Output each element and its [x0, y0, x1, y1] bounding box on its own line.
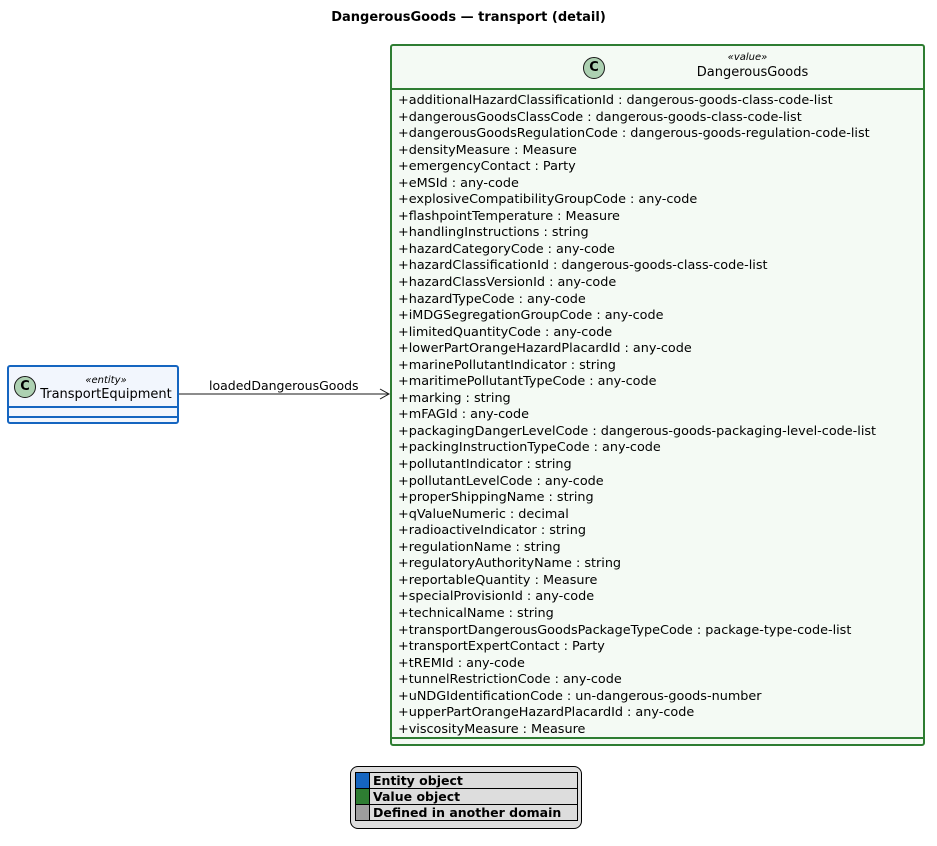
- class-attribute: +transportExpertContact : Party: [398, 639, 605, 655]
- class-header: C «value» DangerousGoods: [392, 46, 923, 88]
- association-label: loadedDangerousGoods: [209, 378, 359, 393]
- class-attribute: +uNDGIdentificationCode : un-dangerous-g…: [398, 688, 762, 704]
- class-attribute: +hazardClassificationId : dangerous-good…: [398, 258, 768, 274]
- class-attribute: +mFAGId : any-code: [398, 407, 529, 423]
- class-name: DangerousGoods: [696, 65, 809, 80]
- class-attribute: +packagingDangerLevelCode : dangerous-go…: [398, 423, 877, 439]
- class-attribute: +pollutantIndicator : string: [398, 457, 572, 473]
- class-attribute: +properShippingName : string: [398, 490, 594, 506]
- legend-row-external: Defined in another domain: [355, 804, 578, 821]
- class-attribute: +packingInstructionTypeCode : any-code: [398, 440, 661, 456]
- class-attribute: +viscosityMeasure : Measure: [398, 721, 586, 737]
- legend-swatch-external: [355, 804, 370, 821]
- class-attribute: +upperPartOrangeHazardPlacardId : any-co…: [398, 705, 695, 721]
- class-attribute: +dangerousGoodsRegulationCode : dangerou…: [398, 126, 870, 142]
- class-attribute: +flashpointTemperature : Measure: [398, 208, 620, 224]
- class-header: C «entity» TransportEquipment: [9, 367, 177, 406]
- class-attribute: +tREMId : any-code: [398, 655, 525, 671]
- legend-label-value: Value object: [369, 788, 578, 805]
- legend: Entity object Value object Defined in an…: [350, 766, 582, 829]
- class-attribute: +regulatoryAuthorityName : string: [398, 556, 622, 572]
- class-stereotype: «value»: [727, 52, 768, 63]
- class-attribute: +marinePollutantIndicator : string: [398, 357, 616, 373]
- class-attribute: +hazardClassVersionId : any-code: [398, 275, 617, 291]
- class-attribute: +technicalName : string: [398, 605, 554, 621]
- class-attribute: +iMDGSegregationGroupCode : any-code: [398, 308, 664, 324]
- class-attribute: +qValueNumeric : decimal: [398, 506, 569, 522]
- class-attribute: +marking : string: [398, 390, 511, 406]
- legend-row-entity: Entity object: [355, 772, 578, 789]
- methods-separator: [9, 416, 177, 426]
- class-attribute: +reportableQuantity : Measure: [398, 572, 598, 588]
- class-attribute: +specialProvisionId : any-code: [398, 589, 595, 605]
- class-attribute: +additionalHazardClassificationId : dang…: [398, 93, 833, 108]
- class-attribute: +eMSId : any-code: [398, 175, 519, 191]
- class-attribute: +hazardTypeCode : any-code: [398, 291, 586, 307]
- class-attribute: +emergencyContact : Party: [398, 159, 576, 175]
- class-attribute: +maritimePollutantTypeCode : any-code: [398, 374, 657, 390]
- class-attribute: +hazardCategoryCode : any-code: [398, 241, 615, 257]
- class-attribute: +densityMeasure : Measure: [398, 142, 577, 158]
- class-attribute: +transportDangerousGoodsPackageTypeCode …: [398, 622, 852, 638]
- class-attribute: +radioactiveIndicator : string: [398, 523, 586, 539]
- class-stereotype: «entity»: [85, 375, 127, 386]
- legend-row-value: Value object: [355, 788, 578, 805]
- legend-swatch-value: [355, 788, 370, 805]
- class-attribute: +explosiveCompatibilityGroupCode : any-c…: [398, 192, 698, 208]
- class-c-icon: C: [14, 376, 36, 398]
- class-attribute: +handlingInstructions : string: [398, 225, 589, 241]
- class-attribute: +dangerousGoodsClassCode : dangerous-goo…: [398, 109, 802, 125]
- class-attribute: +tunnelRestrictionCode : any-code: [398, 672, 622, 688]
- class-attribute: +regulationName : string: [398, 539, 561, 555]
- attribute-list: +additionalHazardClassificationId : dang…: [392, 90, 923, 737]
- class-dangerous-goods[interactable]: C «value» DangerousGoods +additionalHaza…: [390, 44, 925, 746]
- class-name: TransportEquipment: [40, 387, 172, 402]
- legend-label-entity: Entity object: [369, 772, 578, 789]
- attributes-separator: [9, 406, 177, 416]
- class-attribute: +lowerPartOrangeHazardPlacardId : any-co…: [398, 341, 692, 357]
- class-attribute: +pollutantLevelCode : any-code: [398, 473, 604, 489]
- legend-label-external: Defined in another domain: [369, 804, 578, 821]
- class-transport-equipment[interactable]: C «entity» TransportEquipment: [7, 365, 179, 424]
- legend-swatch-entity: [355, 772, 370, 789]
- class-attribute: +limitedQuantityCode : any-code: [398, 324, 613, 340]
